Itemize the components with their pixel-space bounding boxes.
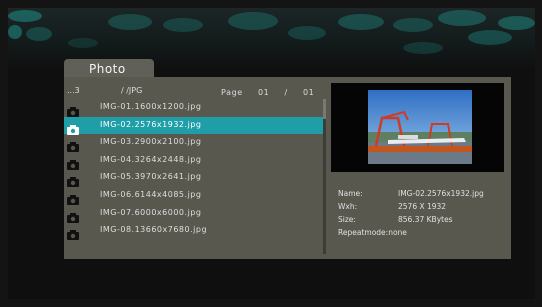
page-label: Page — [221, 88, 243, 97]
file-list-item[interactable]: IMG-05.3970x2641.jpg — [64, 169, 324, 188]
scrollbar[interactable] — [323, 99, 326, 254]
info-wxh-row: Wxh: 2576 X 1932 — [338, 202, 446, 215]
info-repeat-row: Repeatmode:none — [338, 228, 407, 241]
file-list-item[interactable]: IMG-08.13660x7680.jpg — [64, 222, 324, 241]
page-current: 01 — [257, 88, 270, 97]
info-size-label: Size: — [338, 215, 356, 224]
info-wxh-label: Wxh: — [338, 202, 358, 211]
file-name: IMG-02.2576x1932.jpg — [100, 119, 202, 129]
camera-icon — [67, 172, 79, 188]
media-player-screen: Photo ...3 / /JPG Page 01 / 01 IMG-01.16… — [8, 8, 535, 299]
info-repeat-value: none — [388, 228, 407, 237]
file-name: IMG-07.6000x6000.jpg — [100, 207, 202, 217]
info-size-row: Size: 856.37 KBytes — [338, 215, 453, 228]
file-list-item[interactable]: IMG-06.6144x4085.jpg — [64, 187, 324, 205]
file-name: IMG-06.6144x4085.jpg — [100, 189, 202, 199]
file-name: IMG-01.1600x1200.jpg — [100, 102, 202, 111]
file-list: IMG-01.1600x1200.jpg IMG-02.2576x1932.jpg… — [64, 99, 324, 241]
file-name: IMG-04.3264x2448.jpg — [100, 154, 202, 164]
page-separator: / — [284, 88, 288, 97]
camera-icon — [67, 102, 79, 117]
camera-icon — [67, 190, 79, 205]
info-size-value: 856.37 KBytes — [398, 215, 453, 224]
harbor-crane-image — [368, 90, 472, 164]
page-indicator: Page 01 / 01 — [221, 88, 326, 97]
camera-icon — [67, 137, 79, 153]
camera-icon — [67, 155, 79, 170]
scrollbar-thumb[interactable] — [323, 99, 326, 119]
file-name: IMG-08.13660x7680.jpg — [100, 225, 208, 235]
file-info: Name: IMG-02.2576x1932.jpg Wxh: 2576 X 1… — [338, 189, 484, 241]
file-name: IMG-03.2900x2100.jpg — [100, 137, 202, 147]
info-name-value: IMG-02.2576x1932.jpg — [398, 189, 484, 198]
camera-icon — [67, 225, 79, 241]
photo-preview — [331, 83, 504, 172]
preview-thumbnail — [368, 90, 472, 164]
camera-icon — [67, 208, 79, 223]
folder-count: ...3 — [67, 86, 80, 95]
page-total: 01 — [302, 88, 315, 97]
file-name: IMG-05.3970x2641.jpg — [100, 172, 202, 182]
info-repeat-label: Repeatmode: — [338, 228, 389, 237]
camera-icon — [67, 120, 79, 135]
file-list-item[interactable]: IMG-03.2900x2100.jpg — [64, 134, 324, 153]
info-name-label: Name: — [338, 189, 363, 198]
tab-label: Photo — [89, 62, 126, 76]
file-list-item[interactable]: IMG-02.2576x1932.jpg — [64, 116, 324, 135]
info-wxh-value: 2576 X 1932 — [398, 202, 447, 211]
file-list-item[interactable]: IMG-07.6000x6000.jpg — [64, 205, 324, 223]
info-name-row: Name: IMG-02.2576x1932.jpg — [338, 189, 484, 202]
file-list-item[interactable]: IMG-01.1600x1200.jpg — [64, 99, 324, 117]
file-list-item[interactable]: IMG-04.3264x2448.jpg — [64, 152, 324, 170]
folder-path: / /JPG — [121, 86, 143, 95]
